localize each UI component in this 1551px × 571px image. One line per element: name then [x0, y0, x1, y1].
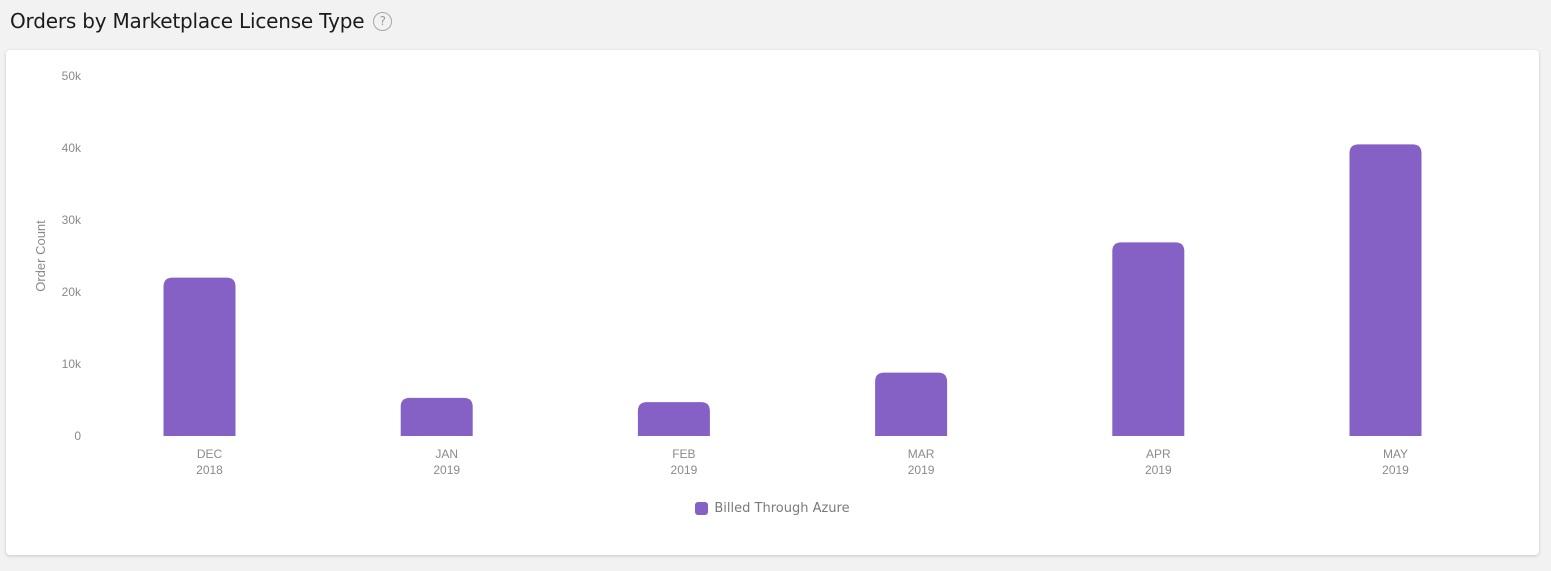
bar-feb[interactable]	[637, 402, 710, 436]
x-tick-label: APR 2019	[1145, 447, 1172, 477]
chart-card: 0 10k 20k 30k 40k 50k Order Count DEC 2018 JAN 2…	[6, 50, 1539, 555]
x-tick-label: MAY 2019	[1382, 447, 1409, 477]
y-axis-ticks: 0 10k 20k 30k 40k 50k	[62, 69, 82, 443]
bar-dec[interactable]	[163, 277, 236, 436]
bar-series	[163, 144, 1422, 436]
x-tick-label: DEC 2018	[196, 447, 223, 477]
question-circle-icon[interactable]: ?	[373, 11, 393, 31]
bar-chart: 0 10k 20k 30k 40k 50k Order Count DEC 2018 JAN 2…	[33, 69, 1422, 477]
y-tick-label: 50k	[62, 69, 82, 83]
y-tick-label: 30k	[62, 213, 82, 227]
legend-label[interactable]: Billed Through Azure	[714, 501, 849, 516]
x-axis-ticks: DEC 2018 JAN 2019 FEB 2019 MAR 2019 APR 2019 MAY 20…	[196, 447, 1409, 477]
x-tick-label: MAR 2019	[908, 447, 935, 477]
page-title: Orders by Marketplace License Type	[10, 9, 365, 33]
y-tick-label: 40k	[62, 141, 82, 155]
bar-may[interactable]	[1349, 144, 1422, 436]
legend-swatch[interactable]	[695, 502, 709, 515]
y-tick-label: 0	[74, 429, 81, 443]
bar-apr[interactable]	[1112, 242, 1185, 436]
chart-header: Orders by Marketplace License Type ?	[10, 6, 393, 36]
y-tick-label: 20k	[62, 285, 82, 299]
x-tick-label: FEB 2019	[671, 447, 698, 477]
bar-jan[interactable]	[400, 397, 473, 436]
x-tick-label: JAN 2019	[433, 447, 460, 477]
bar-mar[interactable]	[875, 372, 948, 436]
y-tick-label: 10k	[62, 357, 82, 371]
y-axis-label: Order Count	[33, 220, 48, 292]
chart-legend: Billed Through Azure	[6, 501, 1539, 516]
